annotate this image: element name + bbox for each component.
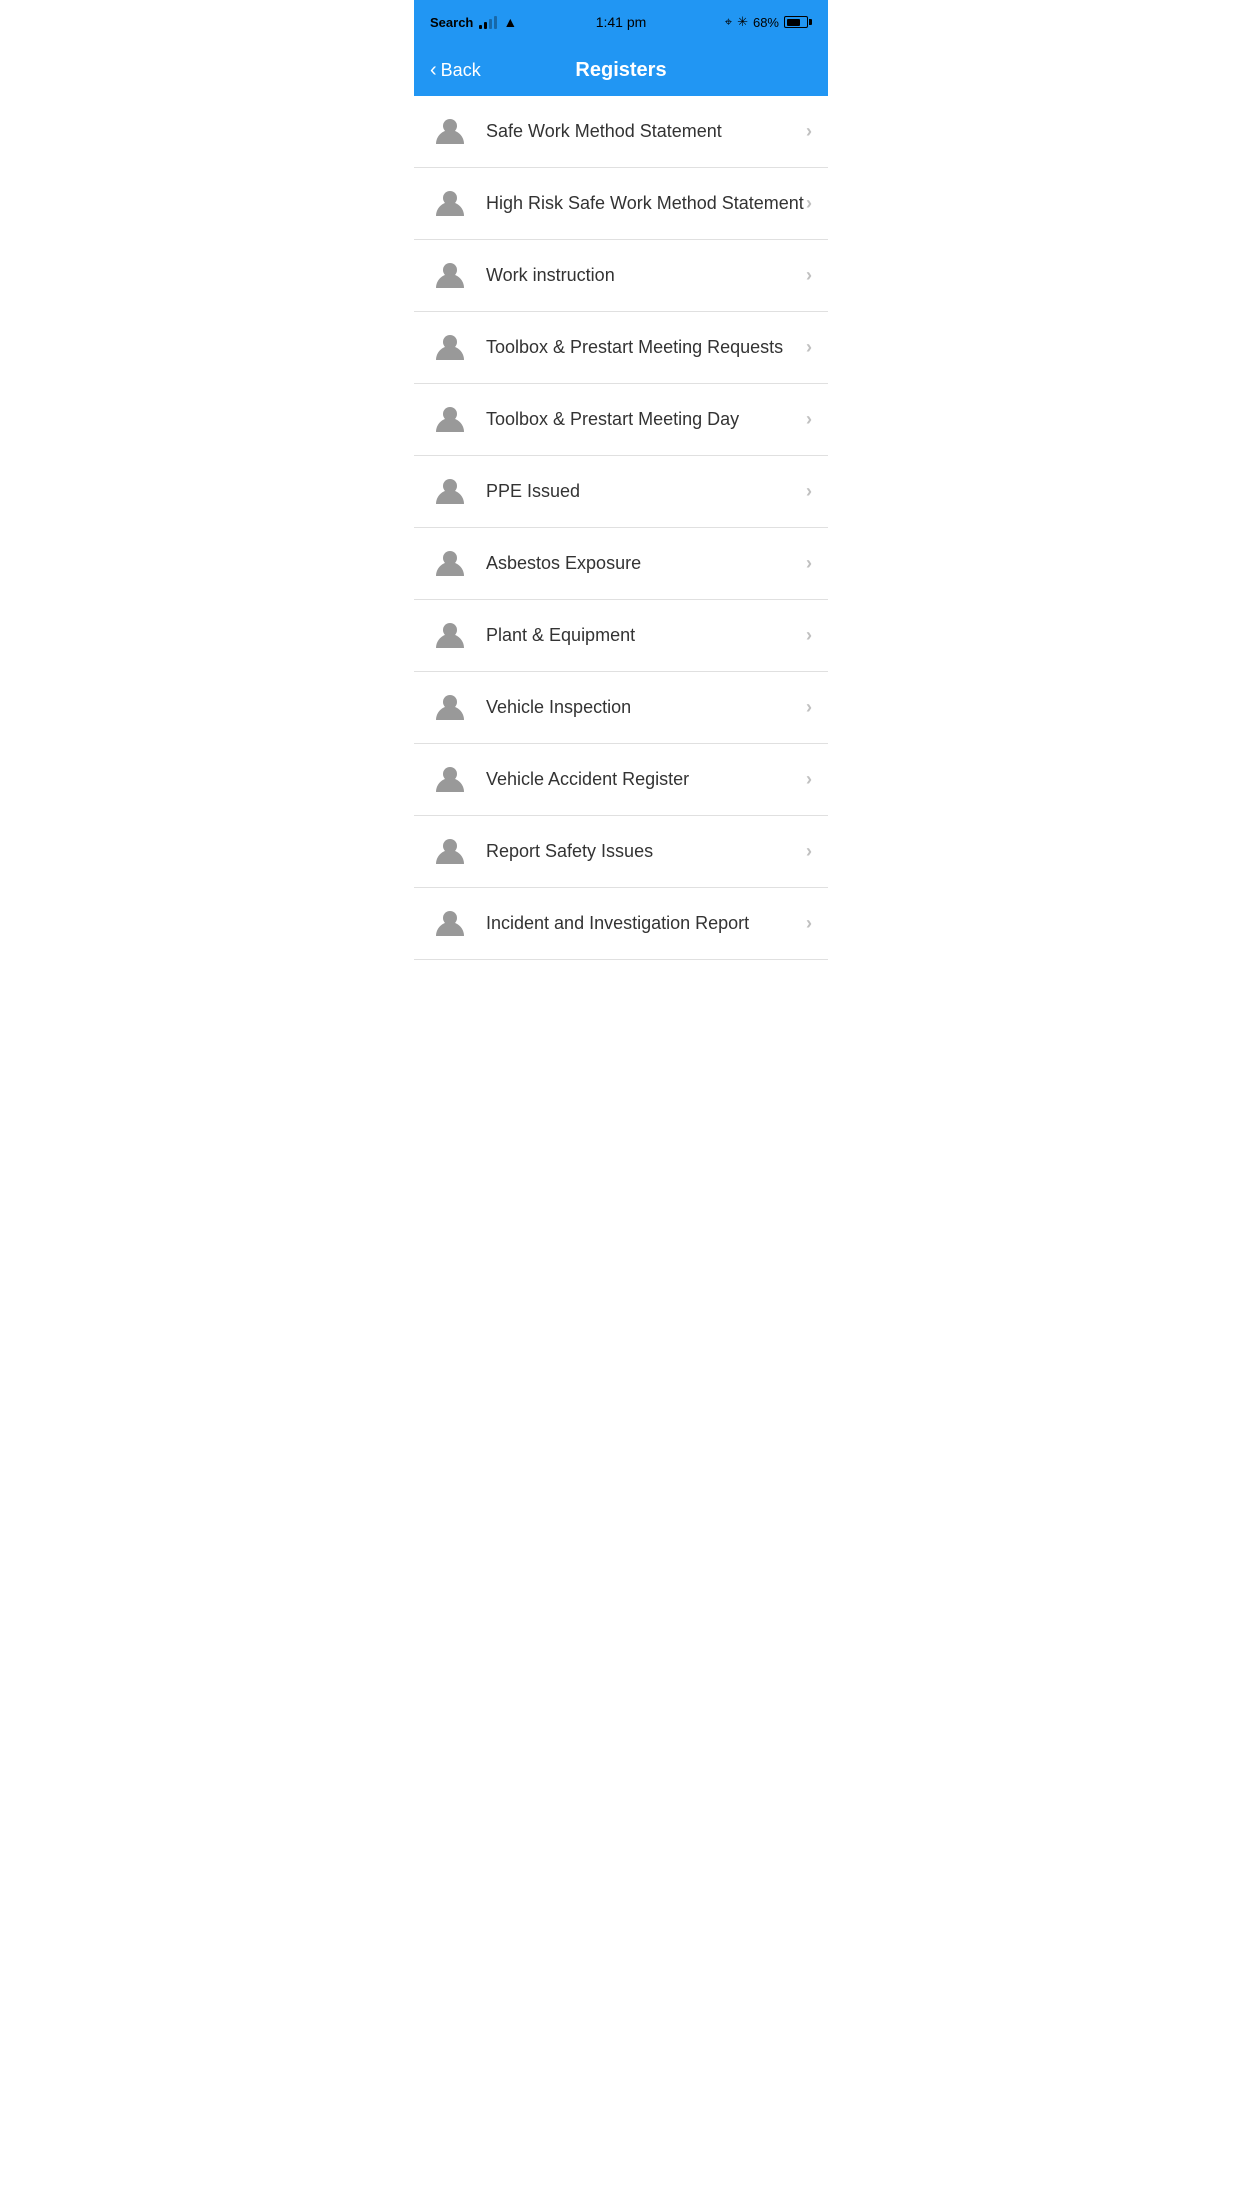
list-item[interactable]: High Risk Safe Work Method Statement ›: [414, 168, 828, 240]
list-item[interactable]: Vehicle Accident Register ›: [414, 744, 828, 816]
person-icon: [430, 904, 470, 944]
person-icon: [430, 472, 470, 512]
chevron-right-icon: ›: [806, 625, 812, 646]
back-label: Back: [441, 60, 481, 81]
person-icon: [430, 184, 470, 224]
chevron-right-icon: ›: [806, 337, 812, 358]
chevron-right-icon: ›: [806, 697, 812, 718]
chevron-right-icon: ›: [806, 841, 812, 862]
person-icon: [430, 832, 470, 872]
person-icon: [430, 256, 470, 296]
list-item-label: Vehicle Inspection: [486, 697, 806, 718]
chevron-right-icon: ›: [806, 265, 812, 286]
status-right: ⌖ ✳ 68%: [725, 14, 812, 30]
app-name: Search: [430, 15, 473, 30]
person-icon: [430, 688, 470, 728]
list-item[interactable]: Plant & Equipment ›: [414, 600, 828, 672]
bluetooth-icon: ✳: [737, 14, 748, 30]
page-title: Registers: [575, 59, 666, 82]
location-icon: ⌖: [725, 14, 732, 30]
list-item-label: Asbestos Exposure: [486, 553, 806, 574]
list-item[interactable]: Toolbox & Prestart Meeting Day ›: [414, 384, 828, 456]
list-item-label: Vehicle Accident Register: [486, 769, 806, 790]
list-item[interactable]: Toolbox & Prestart Meeting Requests ›: [414, 312, 828, 384]
chevron-right-icon: ›: [806, 481, 812, 502]
chevron-right-icon: ›: [806, 913, 812, 934]
status-time: 1:41 pm: [596, 14, 647, 30]
back-button[interactable]: ‹ Back: [430, 60, 481, 81]
list-item-label: High Risk Safe Work Method Statement: [486, 193, 806, 214]
list-item-label: Toolbox & Prestart Meeting Requests: [486, 337, 806, 358]
back-arrow-icon: ‹: [430, 60, 437, 80]
list-item[interactable]: Work instruction ›: [414, 240, 828, 312]
battery-percent: 68%: [753, 15, 779, 30]
list-item[interactable]: Vehicle Inspection ›: [414, 672, 828, 744]
list-item-label: Report Safety Issues: [486, 841, 806, 862]
chevron-right-icon: ›: [806, 409, 812, 430]
status-bar: Search ▲ 1:41 pm ⌖ ✳ 68%: [414, 0, 828, 44]
list-item-label: Toolbox & Prestart Meeting Day: [486, 409, 806, 430]
person-icon: [430, 544, 470, 584]
chevron-right-icon: ›: [806, 193, 812, 214]
list-item[interactable]: Incident and Investigation Report ›: [414, 888, 828, 960]
list-item[interactable]: PPE Issued ›: [414, 456, 828, 528]
wifi-icon: ▲: [503, 14, 517, 30]
signal-bars-icon: [479, 15, 497, 29]
list-item-label: Safe Work Method Statement: [486, 121, 806, 142]
list-item-label: Work instruction: [486, 265, 806, 286]
person-icon: [430, 112, 470, 152]
list-item-label: Plant & Equipment: [486, 625, 806, 646]
person-icon: [430, 400, 470, 440]
chevron-right-icon: ›: [806, 553, 812, 574]
person-icon: [430, 760, 470, 800]
list-item-label: PPE Issued: [486, 481, 806, 502]
list-item[interactable]: Report Safety Issues ›: [414, 816, 828, 888]
list-item-label: Incident and Investigation Report: [486, 913, 806, 934]
person-icon: [430, 328, 470, 368]
chevron-right-icon: ›: [806, 121, 812, 142]
registers-list: Safe Work Method Statement › High Risk S…: [414, 96, 828, 960]
chevron-right-icon: ›: [806, 769, 812, 790]
status-left: Search ▲: [430, 14, 517, 30]
person-icon: [430, 616, 470, 656]
list-item[interactable]: Safe Work Method Statement ›: [414, 96, 828, 168]
battery-icon: [784, 16, 812, 28]
nav-bar: ‹ Back Registers: [414, 44, 828, 96]
list-item[interactable]: Asbestos Exposure ›: [414, 528, 828, 600]
